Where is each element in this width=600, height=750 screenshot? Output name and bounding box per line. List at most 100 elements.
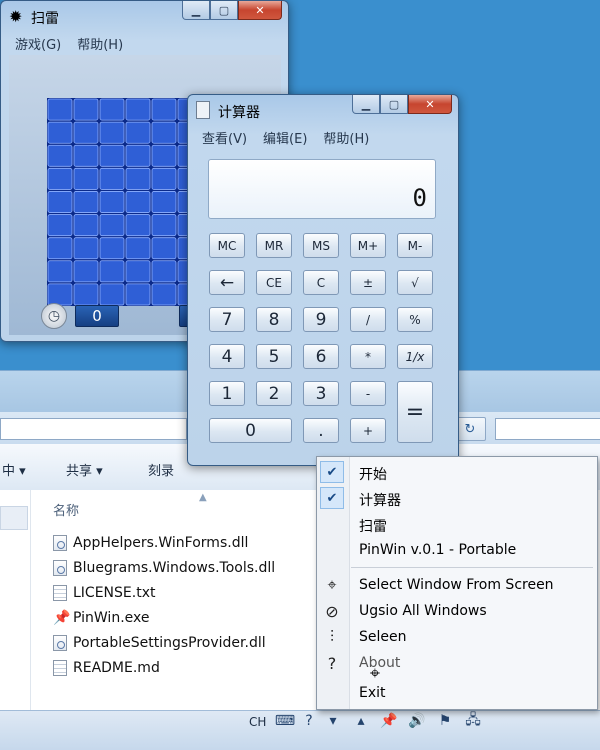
key-8[interactable]: 8 bbox=[256, 307, 292, 332]
help-icon[interactable]: ? bbox=[300, 712, 318, 730]
key-equals[interactable]: = bbox=[397, 381, 433, 443]
key-m-minus[interactable]: M- bbox=[397, 233, 433, 258]
address-field[interactable] bbox=[0, 418, 187, 440]
minimize-button[interactable]: ▁ bbox=[352, 95, 380, 114]
menu-item-select-window[interactable]: Select Window From Screen bbox=[359, 577, 554, 593]
key-3[interactable]: 3 bbox=[303, 381, 339, 406]
mine-tile[interactable] bbox=[151, 191, 177, 213]
file-row[interactable]: Bluegrams.Windows.Tools.dll bbox=[53, 557, 275, 579]
mine-tile[interactable] bbox=[73, 214, 99, 237]
mine-tile[interactable] bbox=[125, 144, 151, 167]
language-indicator[interactable]: CH bbox=[249, 715, 266, 729]
key-subtract[interactable]: - bbox=[350, 381, 386, 406]
mine-tile[interactable] bbox=[99, 98, 125, 121]
mine-tile[interactable] bbox=[99, 237, 125, 260]
close-button[interactable]: ✕ bbox=[238, 1, 282, 20]
key-mr[interactable]: MR bbox=[256, 233, 292, 258]
key-1[interactable]: 1 bbox=[209, 381, 245, 406]
mine-tile[interactable] bbox=[151, 237, 177, 260]
mine-tile[interactable] bbox=[73, 144, 99, 167]
key-plus-minus[interactable]: ± bbox=[350, 270, 386, 295]
mine-tile[interactable] bbox=[73, 260, 99, 283]
minesweeper-titlebar[interactable]: ✹ 扫雷 ▁ ▢ ✕ bbox=[1, 1, 288, 31]
key-percent[interactable]: % bbox=[397, 307, 433, 332]
speaker-icon[interactable]: 🔊 bbox=[408, 712, 426, 730]
key-backspace[interactable]: ← bbox=[209, 270, 245, 295]
mine-tile[interactable] bbox=[47, 144, 73, 167]
mine-tile[interactable] bbox=[99, 191, 125, 213]
mine-tile[interactable] bbox=[47, 237, 73, 260]
mine-tile[interactable] bbox=[151, 121, 177, 144]
mine-tile[interactable] bbox=[151, 167, 177, 190]
mine-tile[interactable] bbox=[47, 191, 73, 213]
mine-tile[interactable] bbox=[73, 98, 99, 121]
menu-item-start[interactable]: 开始 bbox=[359, 464, 387, 484]
search-box[interactable] bbox=[495, 418, 600, 440]
menu-edit[interactable]: 编辑(E) bbox=[263, 128, 307, 147]
menu-item-exit[interactable]: Exit bbox=[359, 685, 386, 701]
file-row[interactable]: README.md bbox=[53, 657, 160, 679]
pin-tray-icon[interactable]: 📌 bbox=[380, 712, 398, 730]
calculator-titlebar[interactable]: 计算器 ▁ ▢ ✕ bbox=[188, 95, 458, 125]
file-row[interactable]: LICENSE.txt bbox=[53, 582, 155, 604]
key-7[interactable]: 7 bbox=[209, 307, 245, 332]
mine-tile[interactable] bbox=[125, 214, 151, 237]
menu-item-minesweeper[interactable]: 扫雷 bbox=[359, 516, 387, 536]
mine-tile[interactable] bbox=[125, 121, 151, 144]
mine-tile[interactable] bbox=[125, 260, 151, 283]
mine-tile[interactable] bbox=[73, 167, 99, 190]
menu-item-pinwin[interactable]: PinWin v.0.1 - Portable bbox=[359, 542, 516, 558]
nav-selected-item[interactable] bbox=[0, 506, 28, 530]
flag-icon[interactable]: ⚑ bbox=[436, 712, 454, 730]
key-ms[interactable]: MS bbox=[303, 233, 339, 258]
key-decimal[interactable]: . bbox=[303, 418, 339, 443]
key-9[interactable]: 9 bbox=[303, 307, 339, 332]
key-multiply[interactable]: * bbox=[350, 344, 386, 369]
mine-tile[interactable] bbox=[125, 167, 151, 190]
toolbar-burn[interactable]: 刻录 bbox=[148, 460, 174, 479]
key-add[interactable]: + bbox=[350, 418, 386, 443]
key-sqrt[interactable]: √ bbox=[397, 270, 433, 295]
menu-view[interactable]: 查看(V) bbox=[202, 128, 247, 147]
mine-tile[interactable] bbox=[47, 260, 73, 283]
key-divide[interactable]: / bbox=[350, 307, 386, 332]
key-5[interactable]: 5 bbox=[256, 344, 292, 369]
key-6[interactable]: 6 bbox=[303, 344, 339, 369]
chevron-down-icon[interactable]: ▾ bbox=[324, 712, 342, 730]
key-reciprocal[interactable]: 1/x bbox=[397, 344, 433, 369]
mine-tile[interactable] bbox=[151, 144, 177, 167]
mine-tile[interactable] bbox=[125, 191, 151, 213]
mine-tile[interactable] bbox=[73, 191, 99, 213]
maximize-button[interactable]: ▢ bbox=[210, 1, 238, 20]
key-ce[interactable]: CE bbox=[256, 270, 292, 295]
minimize-button[interactable]: ▁ bbox=[182, 1, 210, 20]
mine-tile[interactable] bbox=[47, 121, 73, 144]
mine-tile[interactable] bbox=[99, 167, 125, 190]
close-button[interactable]: ✕ bbox=[408, 95, 452, 114]
mine-tile[interactable] bbox=[151, 260, 177, 283]
menu-item-unpin-all[interactable]: Ugsio All Windows bbox=[359, 603, 487, 619]
key-4[interactable]: 4 bbox=[209, 344, 245, 369]
toolbar-share[interactable]: 共享 ▾ bbox=[66, 460, 103, 479]
menu-game[interactable]: 游戏(G) bbox=[15, 34, 61, 53]
mine-tile[interactable] bbox=[125, 237, 151, 260]
mine-tile[interactable] bbox=[151, 98, 177, 121]
menu-help[interactable]: 帮助(H) bbox=[77, 34, 123, 53]
mine-tile[interactable] bbox=[99, 214, 125, 237]
toolbar-organize[interactable]: 中 ▾ bbox=[2, 460, 26, 479]
mine-tile[interactable] bbox=[99, 144, 125, 167]
menu-help[interactable]: 帮助(H) bbox=[323, 128, 369, 147]
mine-tile[interactable] bbox=[73, 237, 99, 260]
keyboard-icon[interactable]: ⌨ bbox=[275, 712, 295, 730]
key-c[interactable]: C bbox=[303, 270, 339, 295]
menu-item-settings[interactable]: Seleen bbox=[359, 629, 407, 645]
key-2[interactable]: 2 bbox=[256, 381, 292, 406]
menu-item-calculator[interactable]: 计算器 bbox=[359, 490, 401, 510]
mine-tile[interactable] bbox=[73, 121, 99, 144]
file-row[interactable]: PortableSettingsProvider.dll bbox=[53, 632, 266, 654]
mine-tile[interactable] bbox=[151, 214, 177, 237]
mine-tile[interactable] bbox=[99, 121, 125, 144]
mine-tile[interactable] bbox=[47, 214, 73, 237]
maximize-button[interactable]: ▢ bbox=[380, 95, 408, 114]
mine-tile[interactable] bbox=[47, 167, 73, 190]
